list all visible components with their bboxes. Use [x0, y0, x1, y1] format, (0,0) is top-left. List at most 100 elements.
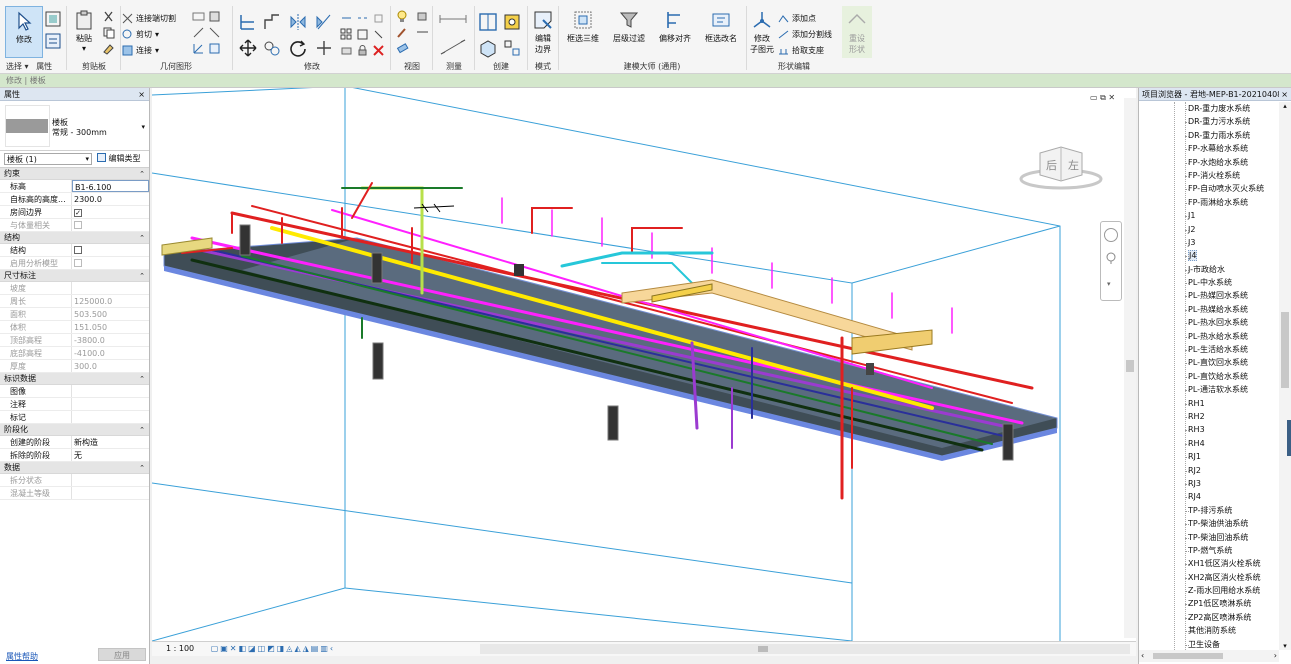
view-control-icons[interactable]: ▢▣✕◧◪◫◩◨◬◭◮▤▥‹ — [211, 644, 335, 653]
create-assembly-icon[interactable] — [502, 12, 522, 32]
lightbulb-icon[interactable] — [396, 10, 409, 23]
browser-tree-item[interactable]: RH2 — [1139, 410, 1277, 423]
property-value[interactable]: 2300.0 — [72, 193, 149, 205]
browser-tree-item[interactable]: ZP2高区喷淋系统 — [1139, 611, 1277, 624]
browser-tree-item[interactable]: J4 — [1139, 249, 1277, 262]
browser-horizontal-scrollbar[interactable]: ‹ › — [1139, 650, 1279, 662]
edit-boundary-button[interactable]: 编辑 边界 — [529, 6, 557, 58]
browser-tree-item[interactable]: DR-重力废水系统 — [1139, 102, 1277, 115]
zoom-icon[interactable] — [1106, 252, 1116, 264]
browser-tree-item[interactable]: PL-中水系统 — [1139, 276, 1277, 289]
browser-tree-item[interactable]: Z-雨水回用给水系统 — [1139, 584, 1277, 597]
browser-tree-item[interactable]: PL-热媒给水系统 — [1139, 303, 1277, 316]
join-cut-button[interactable]: 连接端切割 — [122, 12, 176, 24]
collapse-icon[interactable]: ⌃ — [139, 168, 145, 180]
browser-tree-item[interactable]: PL-热水回水系统 — [1139, 316, 1277, 329]
nav-expand-icon[interactable]: ▾ — [1107, 280, 1111, 288]
properties-section-header[interactable]: 标识数据 ⌃ — [0, 373, 149, 385]
modify-subelements-button[interactable]: 修改 子图元 — [748, 6, 776, 58]
view-scale[interactable]: 1 : 100 — [166, 644, 194, 653]
wall-opening-icon[interactable] — [208, 42, 221, 55]
properties-icon[interactable] — [44, 32, 62, 50]
type-selector[interactable]: 楼板 常规 - 300mm ▾ — [0, 101, 149, 151]
scroll-left-icon[interactable]: ‹ — [1141, 651, 1144, 660]
viewcube-left-face[interactable]: 左 — [1068, 157, 1079, 173]
copy-icon[interactable] — [102, 26, 115, 39]
viewcube-back-face[interactable]: 后 — [1046, 157, 1057, 173]
offset-align-button[interactable]: 偏移对齐 — [654, 6, 696, 58]
scroll-thumb[interactable] — [1281, 312, 1289, 388]
scroll-thumb[interactable] — [1126, 360, 1134, 372]
unpin-icon[interactable] — [372, 12, 385, 25]
paste-button[interactable]: 粘贴 ▾ — [68, 6, 100, 58]
modify-button[interactable]: 修改 — [5, 6, 43, 58]
pick-3d-button[interactable]: 框选三维 — [562, 6, 604, 58]
browser-tree-item[interactable]: PL-热媒回水系统 — [1139, 289, 1277, 302]
rename-button[interactable]: 框选改名 — [700, 6, 742, 58]
browser-tree-item[interactable]: J3 — [1139, 236, 1277, 249]
mirror-draw-icon[interactable] — [314, 12, 334, 32]
scroll-down-icon[interactable]: ▾ — [1279, 642, 1291, 650]
steering-wheel-icon[interactable] — [1104, 228, 1118, 242]
browser-tree-item[interactable]: J2 — [1139, 223, 1277, 236]
reset-shape-button[interactable]: 重设 形状 — [842, 6, 872, 58]
collapse-icon[interactable]: ⌃ — [139, 373, 145, 385]
properties-help-link[interactable]: 属性帮助 — [6, 651, 38, 662]
browser-tree-item[interactable]: J1 — [1139, 209, 1277, 222]
checkbox-empty-icon[interactable] — [74, 246, 82, 254]
browser-tree-item[interactable]: J-市政给水 — [1139, 263, 1277, 276]
browser-tree-item[interactable]: PL-通洁软水系统 — [1139, 383, 1277, 396]
move-icon[interactable] — [238, 38, 258, 58]
lock-icon[interactable] — [356, 44, 369, 57]
browser-tree-item[interactable]: ZP1低区喷淋系统 — [1139, 597, 1277, 610]
wall-join-icon[interactable] — [192, 10, 205, 23]
browser-tree-item[interactable]: TP-燃气系统 — [1139, 544, 1277, 557]
3d-viewport[interactable]: ▭ ⧉ ✕ 后 左 ▾ — [152, 88, 1136, 641]
dimension-icon[interactable] — [438, 38, 468, 56]
view-window-controls[interactable]: ▭ ⧉ ✕ — [1090, 93, 1115, 103]
properties-section-header[interactable]: 结构 ⌃ — [0, 232, 149, 244]
browser-tree-item[interactable]: RH4 — [1139, 437, 1277, 450]
hide-icon[interactable] — [416, 10, 429, 23]
instance-filter-dropdown[interactable]: 楼板 (1) ▾ — [4, 153, 92, 165]
match-type-icon[interactable] — [102, 42, 115, 55]
browser-tree-item[interactable]: FP-消火栓系统 — [1139, 169, 1277, 182]
property-value[interactable]: 新构造 — [72, 436, 149, 448]
cut-geometry-button[interactable]: 剪切 ▾ — [122, 28, 159, 40]
copy-element-icon[interactable] — [262, 38, 282, 58]
create-similar-icon[interactable] — [478, 38, 498, 58]
property-value[interactable] — [72, 411, 149, 423]
scroll-thumb[interactable] — [758, 646, 768, 652]
edit-type-button[interactable]: 编辑类型 — [97, 153, 141, 165]
browser-tree-item[interactable]: TP-排污系统 — [1139, 504, 1277, 517]
browser-tree-item[interactable]: XH2高区消火栓系统 — [1139, 571, 1277, 584]
split-icon[interactable] — [340, 12, 353, 25]
viewport-vertical-scrollbar[interactable] — [1124, 98, 1136, 638]
browser-vertical-scrollbar[interactable]: ▴ ▾ — [1279, 102, 1291, 650]
paint-icon[interactable] — [208, 10, 221, 23]
browser-tree-item[interactable]: TP-柴油回油系统 — [1139, 531, 1277, 544]
browser-tree-item[interactable]: FP-雨淋给水系统 — [1139, 196, 1277, 209]
array-icon[interactable] — [340, 28, 353, 41]
checkbox-checked-icon[interactable]: ✓ — [74, 209, 82, 217]
side-tab[interactable] — [1287, 420, 1291, 456]
linework-icon[interactable] — [416, 26, 429, 39]
property-checkbox[interactable]: ✓ — [72, 206, 149, 218]
split-gap-icon[interactable] — [356, 12, 369, 25]
demolish-icon[interactable] — [208, 26, 221, 39]
browser-tree-item[interactable]: TP-柴油供油系统 — [1139, 517, 1277, 530]
unpin2-icon[interactable] — [340, 44, 353, 57]
browser-tree-item[interactable]: PL-直饮给水系统 — [1139, 370, 1277, 383]
browser-tree-item[interactable]: 其他消防系统 — [1139, 624, 1277, 637]
split-face-icon[interactable] — [192, 26, 205, 39]
collapse-icon[interactable]: ⌃ — [139, 270, 145, 282]
browser-tree-item[interactable]: PL-热水给水系统 — [1139, 330, 1277, 343]
join-geometry-button[interactable]: 连接 ▾ — [122, 44, 159, 56]
scroll-up-icon[interactable]: ▴ — [1279, 102, 1291, 110]
browser-tree-item[interactable]: RJ3 — [1139, 477, 1277, 490]
browser-tree-item[interactable]: RJ4 — [1139, 490, 1277, 503]
pin-icon[interactable] — [372, 28, 385, 41]
scroll-right-icon[interactable]: › — [1274, 651, 1277, 660]
chevron-down-icon[interactable]: ▾ — [141, 123, 145, 131]
properties-section-header[interactable]: 约束 ⌃ — [0, 168, 149, 180]
